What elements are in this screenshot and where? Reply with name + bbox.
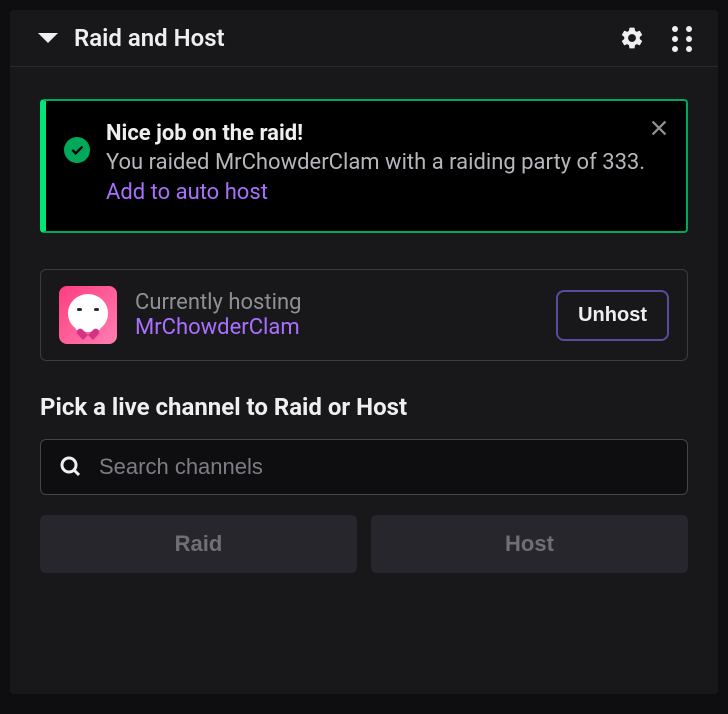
unhost-button[interactable]: Unhost (556, 290, 669, 341)
host-button[interactable]: Host (371, 515, 688, 573)
alert-body: Nice job on the raid! You raided MrChowd… (106, 121, 668, 207)
gear-icon[interactable] (618, 24, 646, 52)
panel-header: Raid and Host (10, 10, 718, 67)
panel-content: Nice job on the raid! You raided MrChowd… (10, 67, 718, 593)
drag-handle-icon[interactable] (670, 24, 698, 52)
alert-text-suffix: . (639, 150, 645, 175)
header-right (618, 24, 698, 52)
alert-raided-name: MrChowderClam (215, 150, 380, 175)
panel-title: Raid and Host (74, 24, 225, 52)
alert-text: You raided MrChowderClam with a raiding … (106, 148, 668, 207)
raid-success-alert: Nice job on the raid! You raided MrChowd… (40, 99, 688, 233)
alert-party-count: 333 (602, 150, 639, 175)
hosting-channel-name[interactable]: MrChowderClam (135, 315, 538, 340)
hosting-info: Currently hosting MrChowderClam (135, 290, 538, 340)
close-icon[interactable] (648, 117, 670, 139)
action-button-row: Raid Host (40, 515, 688, 573)
hosting-label: Currently hosting (135, 290, 538, 315)
hosting-card: Currently hosting MrChowderClam Unhost (40, 269, 688, 361)
alert-text-prefix: You raided (106, 150, 215, 175)
section-title: Pick a live channel to Raid or Host (40, 393, 688, 421)
alert-text-middle: with a raiding party of (380, 150, 603, 175)
search-icon (59, 455, 83, 479)
add-auto-host-link[interactable]: Add to auto host (106, 180, 268, 205)
raid-host-panel: Raid and Host Nice job on the (10, 10, 718, 694)
raid-button[interactable]: Raid (40, 515, 357, 573)
checkmark-icon (64, 137, 90, 163)
alert-title: Nice job on the raid! (106, 121, 668, 146)
search-input[interactable] (99, 454, 669, 480)
search-box[interactable] (40, 439, 688, 495)
header-left: Raid and Host (30, 24, 618, 52)
chevron-down-icon[interactable] (38, 33, 58, 43)
avatar (59, 286, 117, 344)
